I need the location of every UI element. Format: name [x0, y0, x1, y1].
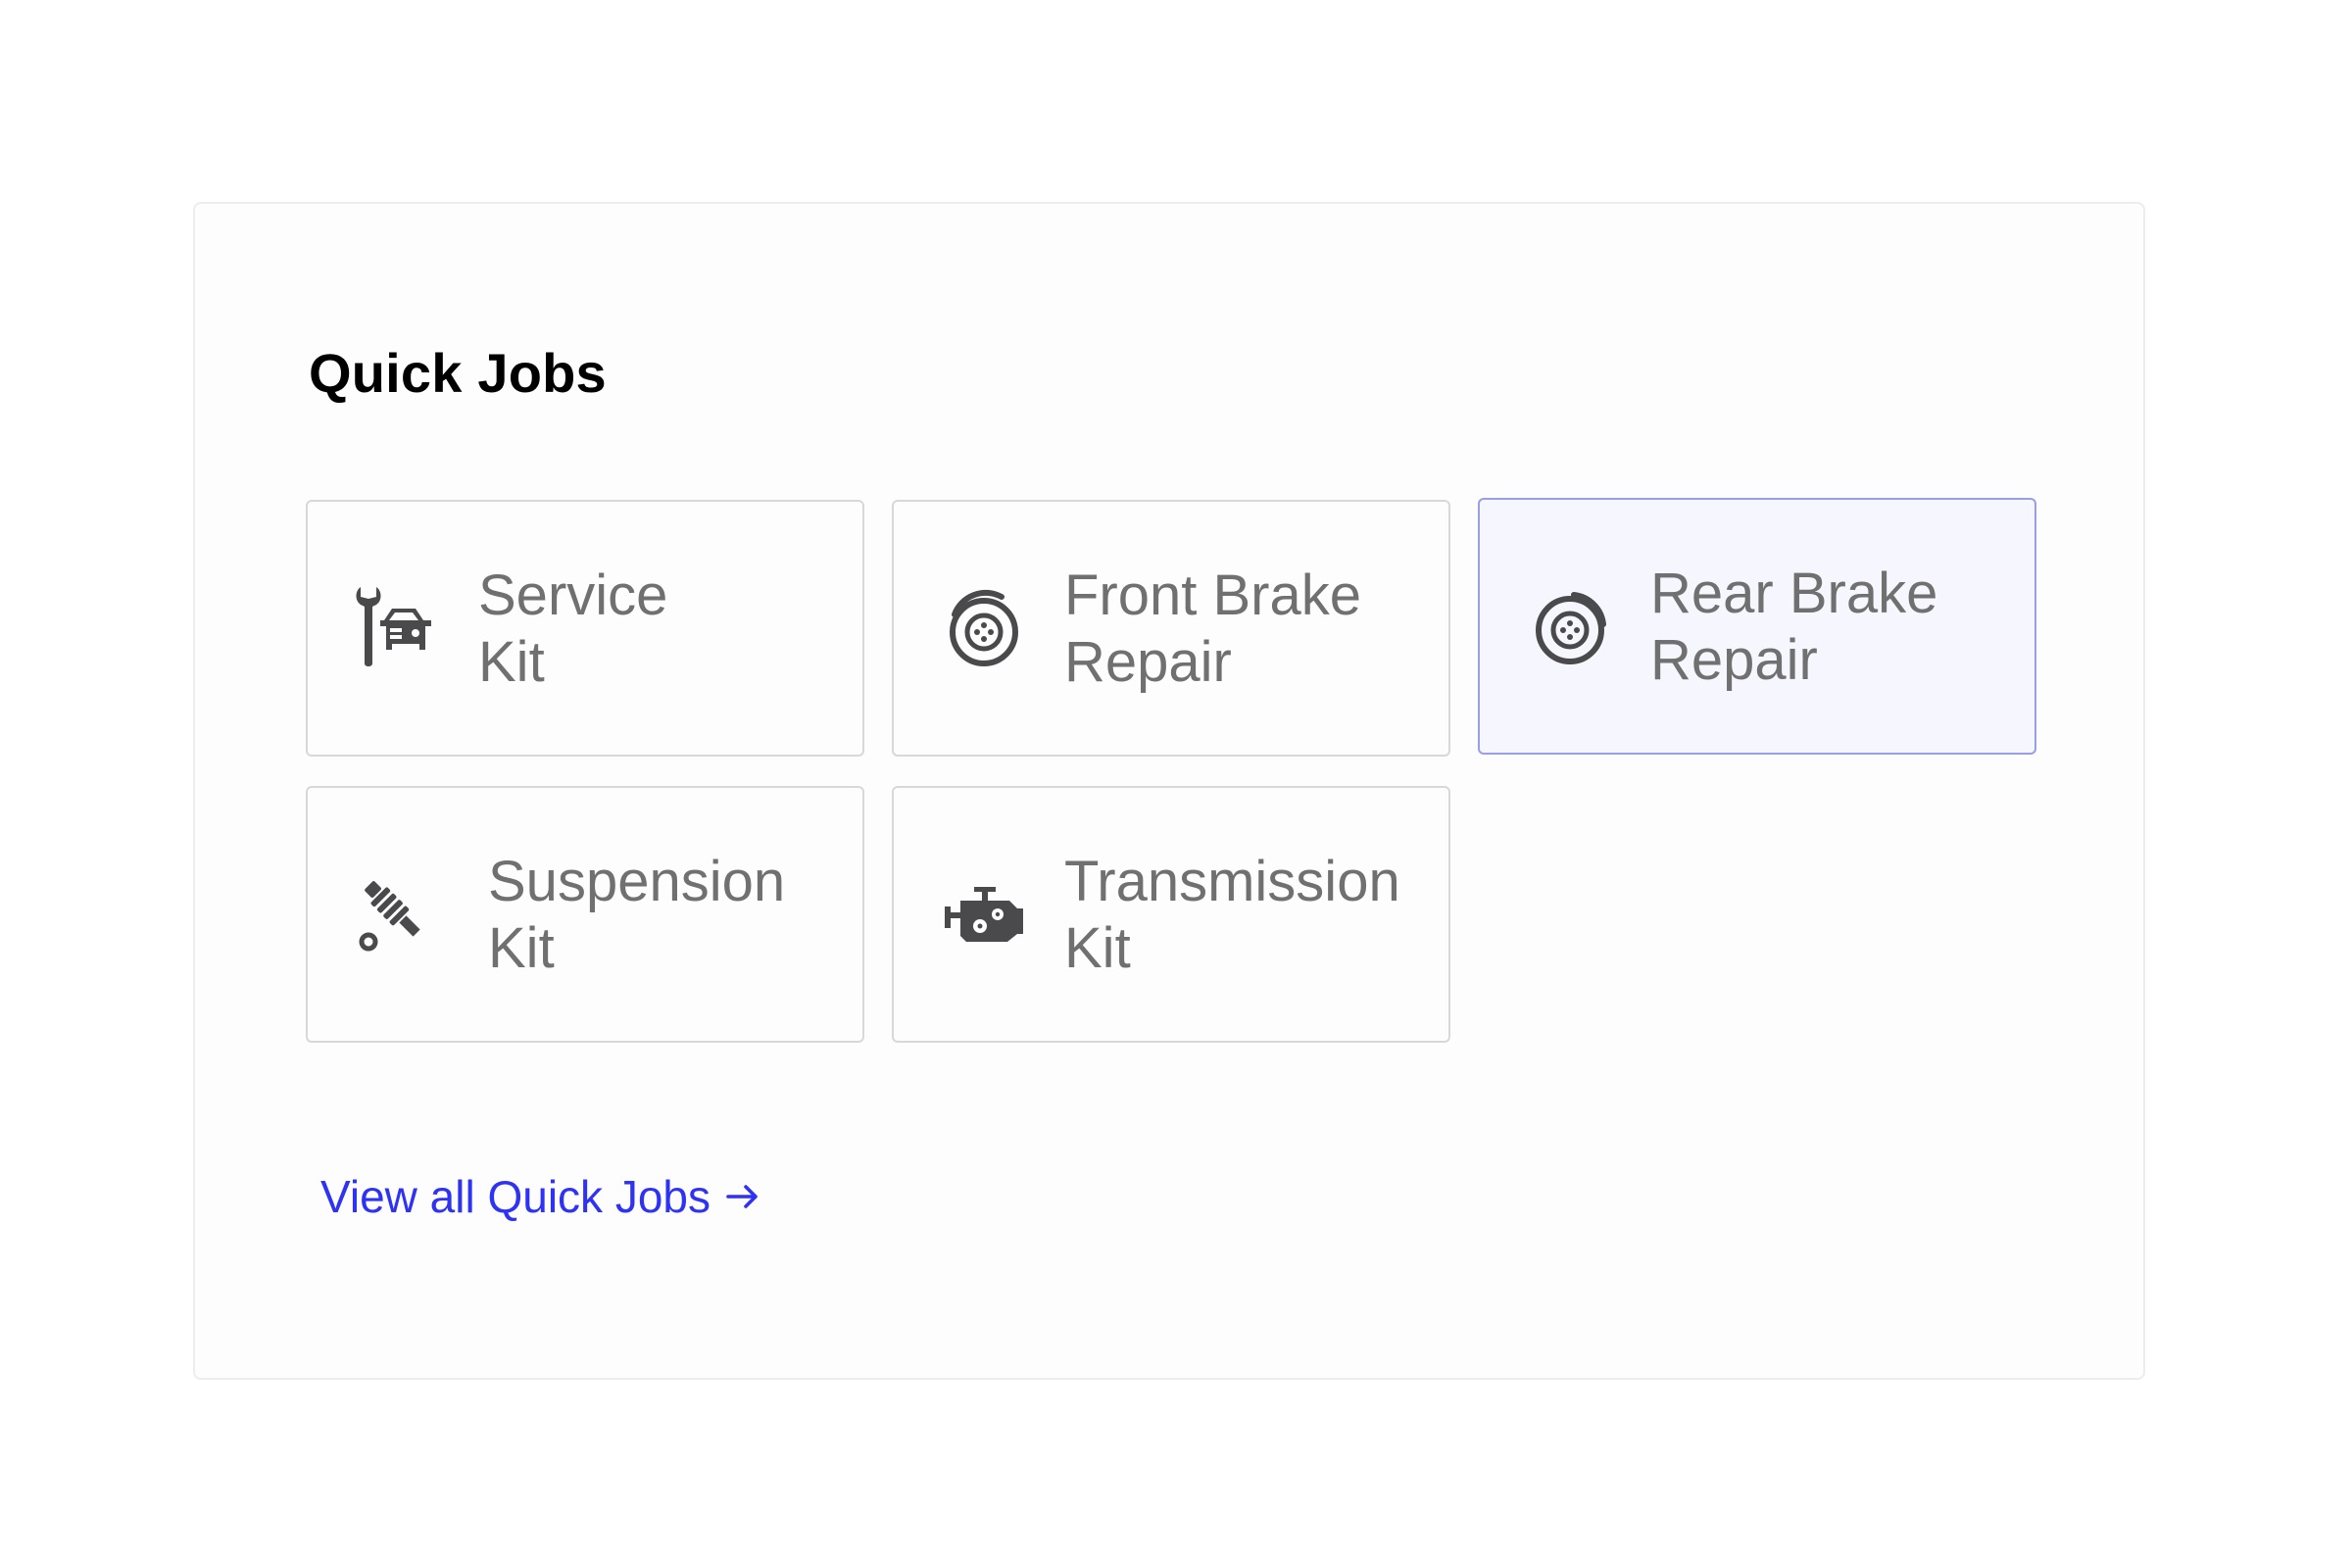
tile-label: Suspension Kit [488, 850, 786, 980]
arrow-right-icon [724, 1178, 761, 1215]
quick-jobs-panel: Quick Jobs Service Kit Front Brake Repai… [193, 202, 2145, 1380]
tile-label: Front Brake Repair [1064, 564, 1361, 694]
tile-label: Rear Brake Repair [1650, 562, 1938, 692]
tile-label: Service Kit [478, 564, 668, 694]
view-all-label: View all Quick Jobs [320, 1171, 710, 1222]
tile-label: Transmission Kit [1064, 850, 1400, 980]
panel-title: Quick Jobs [309, 342, 607, 404]
shock-absorber-icon [351, 867, 445, 961]
service-wrench-car-icon [351, 581, 445, 675]
engine-gears-icon [937, 867, 1031, 961]
brake-disc-icon [1523, 579, 1617, 673]
quick-job-suspension-kit[interactable]: Suspension Kit [306, 786, 864, 1043]
quick-job-service-kit[interactable]: Service Kit [306, 500, 864, 757]
brake-disc-icon [937, 581, 1031, 675]
view-all-quick-jobs-link[interactable]: View all Quick Jobs [320, 1170, 761, 1223]
quick-job-rear-brake-repair[interactable]: Rear Brake Repair [1478, 498, 2036, 755]
quick-job-front-brake-repair[interactable]: Front Brake Repair [892, 500, 1450, 757]
quick-job-transmission-kit[interactable]: Transmission Kit [892, 786, 1450, 1043]
